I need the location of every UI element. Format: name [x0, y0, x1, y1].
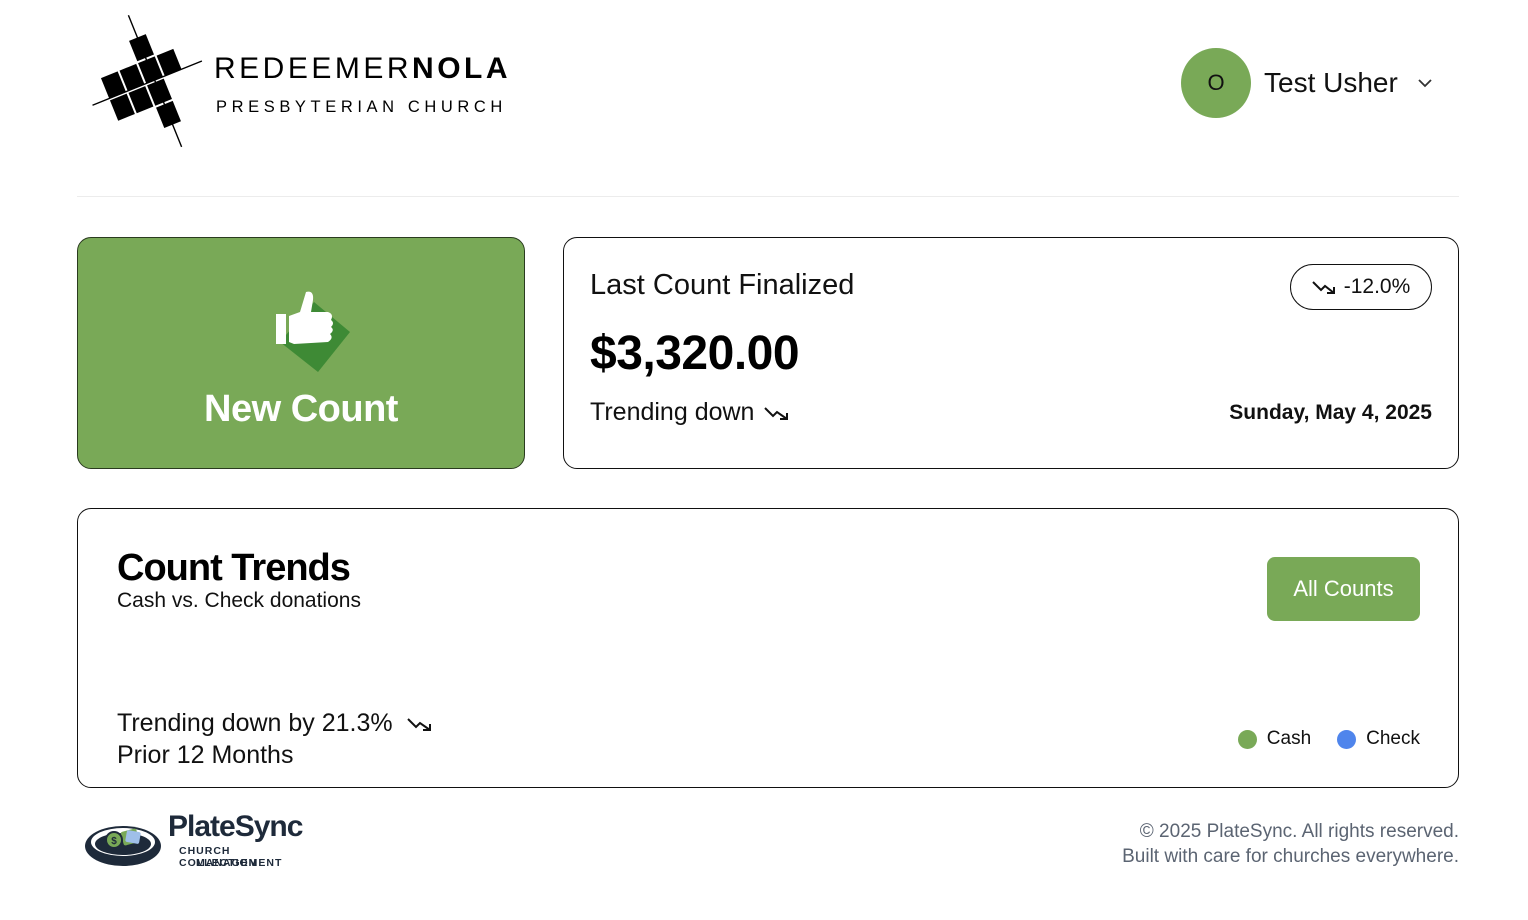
copyright-text: © 2025 PlateSync. All rights reserved.: [1139, 821, 1459, 842]
chart-legend: Cash Check: [1237, 728, 1420, 750]
count-trends-period: Prior 12 Months: [117, 741, 294, 769]
legend-item-check[interactable]: Check: [1337, 728, 1420, 750]
change-badge-value: -12.0%: [1343, 275, 1411, 298]
last-count-trend: Trending down: [590, 398, 790, 427]
platesync-name: PlateSync: [168, 810, 303, 843]
trending-down-icon: [406, 717, 431, 731]
trending-down-icon: [764, 406, 789, 420]
last-count-card: Last Count Finalized -12.0% $3,320.00 Tr…: [563, 237, 1459, 469]
footer-tagline: Built with care for churches everywhere.: [1122, 846, 1459, 867]
church-name: REDEEMERNOLA: [214, 52, 512, 85]
church-logo-mark-icon: [92, 14, 203, 148]
last-count-trend-label: Trending down: [590, 398, 755, 426]
user-menu[interactable]: O Test Usher: [1181, 47, 1434, 119]
new-count-button[interactable]: New Count: [77, 237, 525, 469]
legend-dot-cash: [1237, 729, 1257, 749]
last-count-date: Sunday, May 4, 2025: [1229, 401, 1432, 424]
count-trends-title: Count Trends: [117, 547, 351, 589]
user-name[interactable]: Test Usher: [1264, 67, 1398, 99]
change-badge: -12.0%: [1290, 264, 1432, 310]
count-trends-trend-label: Trending down by 21.3%: [117, 709, 393, 737]
legend-label-check: Check: [1366, 728, 1420, 749]
thumbs-up-icon: [276, 291, 350, 372]
last-count-title: Last Count Finalized: [590, 269, 855, 301]
church-subtitle: PRESBYTERIAN CHURCH: [216, 98, 507, 116]
footer-copyright: © 2025 PlateSync. All rights reserved. B…: [1122, 819, 1459, 869]
legend-item-cash[interactable]: Cash: [1237, 728, 1312, 750]
svg-text:$: $: [111, 836, 117, 847]
avatar[interactable]: O: [1181, 48, 1251, 118]
header-divider: [77, 196, 1459, 197]
all-counts-button[interactable]: All Counts: [1267, 557, 1420, 621]
legend-label-cash: Cash: [1266, 728, 1312, 749]
platesync-tagline-line2: MANAGEMENT: [196, 857, 283, 869]
collection-plate-icon: $: [85, 826, 161, 866]
chevron-down-icon[interactable]: [1416, 74, 1434, 92]
last-count-amount: $3,320.00: [590, 327, 800, 380]
count-trends-subtitle: Cash vs. Check donations: [117, 589, 361, 612]
church-logo[interactable]: REDEEMERNOLA PRESBYTERIAN CHURCH: [92, 12, 512, 154]
legend-dot-check: [1337, 729, 1357, 749]
new-count-label: New Count: [204, 388, 398, 430]
count-trends-trend: Trending down by 21.3%: [117, 709, 433, 738]
count-trends-card: Count Trends Cash vs. Check donations Al…: [77, 508, 1459, 788]
trending-down-icon: [1312, 281, 1335, 294]
platesync-logo[interactable]: $ PlateSync CHURCH COLLECTION MANAGEMENT: [78, 808, 312, 876]
